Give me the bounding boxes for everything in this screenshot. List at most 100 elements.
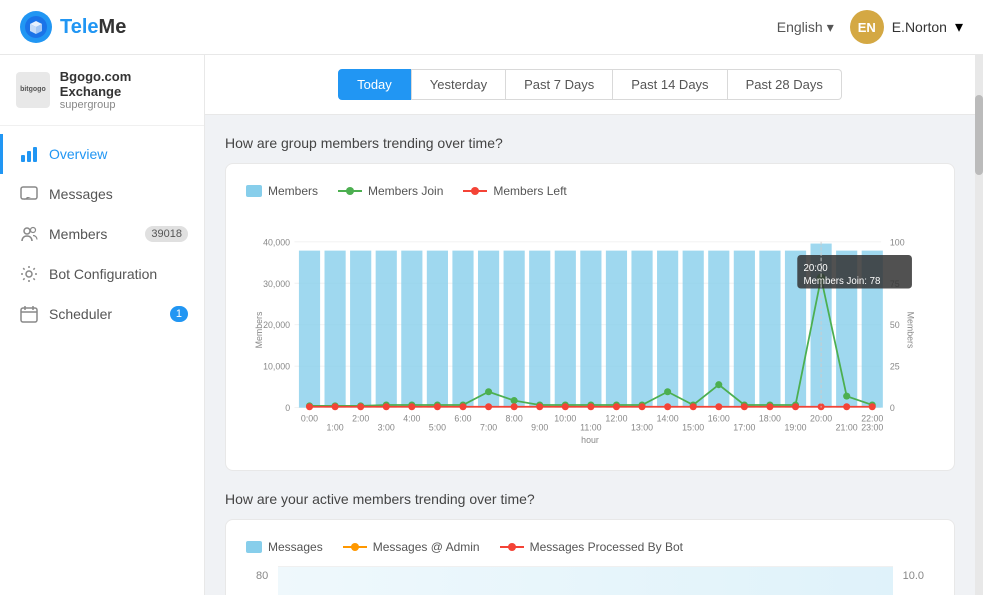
svg-text:2:00: 2:00: [352, 414, 369, 424]
svg-text:12:00: 12:00: [605, 414, 627, 424]
legend-members-left: Members Left: [463, 184, 566, 198]
svg-text:Members Join: 78: Members Join: 78: [803, 276, 880, 287]
logo-icon: [20, 11, 52, 43]
people-icon: [19, 224, 39, 244]
legend-messages-admin: Messages @ Admin: [343, 540, 480, 554]
svg-text:14:00: 14:00: [657, 414, 679, 424]
sidebar-item-label-overview: Overview: [49, 146, 107, 162]
chart2-section: How are your active members trending ove…: [225, 491, 955, 595]
header: TeleMe English ▾ EN E.Norton ▾: [0, 0, 983, 55]
tab-yesterday[interactable]: Yesterday: [411, 69, 506, 100]
sidebar-item-overview[interactable]: Overview: [0, 134, 204, 174]
svg-text:50: 50: [890, 320, 900, 330]
svg-text:5:00: 5:00: [429, 423, 446, 433]
message-icon: [19, 184, 39, 204]
svg-text:23:00: 23:00: [861, 423, 883, 433]
scrollbar-track[interactable]: [975, 55, 983, 595]
legend-label-messages-bot: Messages Processed By Bot: [530, 540, 683, 554]
language-selector[interactable]: English ▾: [777, 19, 834, 36]
group-info: bitgogo Bgogo.com Exchange supergroup: [0, 55, 204, 126]
legend-messages-bot: Messages Processed By Bot: [500, 540, 683, 554]
svg-text:4:00: 4:00: [403, 414, 420, 424]
svg-text:1:00: 1:00: [327, 423, 344, 433]
calendar-icon: [19, 304, 39, 324]
svg-text:hour: hour: [581, 435, 599, 445]
logo-text: TeleMe: [60, 16, 126, 39]
chart2-y-left: 80: [256, 570, 268, 582]
legend-bar-messages: [246, 541, 262, 553]
chart1-section: How are group members trending over time…: [225, 135, 955, 471]
content-area: Today Yesterday Past 7 Days Past 14 Days…: [205, 55, 975, 595]
group-details: Bgogo.com Exchange supergroup: [60, 69, 188, 111]
svg-text:16:00: 16:00: [708, 414, 730, 424]
svg-text:100: 100: [890, 237, 905, 247]
chart1-svg-wrapper: 40,000 30,000 20,000 10,000 0 100 75 50: [246, 210, 934, 450]
scrollbar-thumb[interactable]: [975, 95, 983, 175]
svg-text:20:00: 20:00: [803, 263, 828, 274]
tab-past14[interactable]: Past 14 Days: [613, 69, 727, 100]
svg-text:17:00: 17:00: [733, 423, 755, 433]
svg-text:3:00: 3:00: [378, 423, 395, 433]
legend-label-messages: Messages: [268, 540, 323, 554]
svg-text:6:00: 6:00: [454, 414, 471, 424]
group-type: supergroup: [60, 99, 188, 111]
tab-today[interactable]: Today: [338, 69, 411, 100]
sidebar-item-label-members: Members: [49, 226, 107, 242]
svg-text:25: 25: [890, 362, 900, 372]
logo: TeleMe: [20, 11, 126, 43]
svg-text:30,000: 30,000: [263, 279, 290, 289]
chart-bars: [299, 244, 883, 408]
sidebar-item-bot-configuration[interactable]: Bot Configuration: [0, 254, 204, 294]
tab-past7[interactable]: Past 7 Days: [506, 69, 613, 100]
svg-text:19:00: 19:00: [784, 423, 806, 433]
svg-text:0: 0: [890, 403, 895, 413]
legend-bar-members: [246, 185, 262, 197]
svg-text:10:00: 10:00: [554, 414, 576, 424]
chart1-title: How are group members trending over time…: [225, 135, 955, 151]
gear-icon: [19, 264, 39, 284]
chart1-legend: Members Members Join: [246, 184, 934, 198]
chart2-legend: Messages Messages @ Admin: [246, 540, 934, 554]
svg-text:18:00: 18:00: [759, 414, 781, 424]
avatar: EN: [850, 10, 884, 44]
group-logo: bitgogo: [16, 72, 50, 108]
legend-members: Members: [246, 184, 318, 198]
tab-past28[interactable]: Past 28 Days: [728, 69, 842, 100]
svg-text:20:00: 20:00: [810, 414, 832, 424]
chart-icon: [19, 144, 39, 164]
svg-text:40,000: 40,000: [263, 237, 290, 247]
svg-text:10,000: 10,000: [263, 362, 290, 372]
svg-text:Members: Members: [906, 312, 916, 349]
sidebar: bitgogo Bgogo.com Exchange supergroup: [0, 55, 205, 595]
group-name: Bgogo.com Exchange: [60, 69, 188, 99]
svg-text:0: 0: [285, 403, 290, 413]
chart1-svg: 40,000 30,000 20,000 10,000 0 100 75 50: [246, 210, 934, 450]
sidebar-item-scheduler[interactable]: Scheduler 1: [0, 294, 204, 334]
members-badge: 39018: [145, 226, 188, 242]
user-name: E.Norton: [892, 19, 947, 35]
legend-label-members-join: Members Join: [368, 184, 443, 198]
nav-items: Overview Messages: [0, 126, 204, 342]
user-dropdown-icon: ▾: [955, 17, 963, 37]
user-menu[interactable]: EN E.Norton ▾: [850, 10, 963, 44]
svg-text:20,000: 20,000: [263, 320, 290, 330]
sidebar-item-label-scheduler: Scheduler: [49, 306, 112, 322]
legend-messages: Messages: [246, 540, 323, 554]
tabs-bar: Today Yesterday Past 7 Days Past 14 Days…: [205, 55, 975, 115]
svg-text:0:00: 0:00: [301, 414, 318, 424]
chart2-title: How are your active members trending ove…: [225, 491, 955, 507]
sidebar-item-members[interactable]: Members 39018: [0, 214, 204, 254]
svg-text:11:00: 11:00: [580, 423, 601, 433]
svg-text:15:00: 15:00: [682, 423, 704, 433]
svg-text:8:00: 8:00: [506, 414, 523, 424]
legend-members-join: Members Join: [338, 184, 443, 198]
sidebar-item-messages[interactable]: Messages: [0, 174, 204, 214]
legend-label-members: Members: [268, 184, 318, 198]
legend-label-members-left: Members Left: [493, 184, 566, 198]
chart1-card: Members Members Join: [225, 163, 955, 471]
svg-text:Members: Members: [254, 311, 264, 348]
header-right: English ▾ EN E.Norton ▾: [777, 10, 963, 44]
legend-label-messages-admin: Messages @ Admin: [373, 540, 480, 554]
chart2-card: Messages Messages @ Admin: [225, 519, 955, 595]
svg-text:13:00: 13:00: [631, 423, 653, 433]
